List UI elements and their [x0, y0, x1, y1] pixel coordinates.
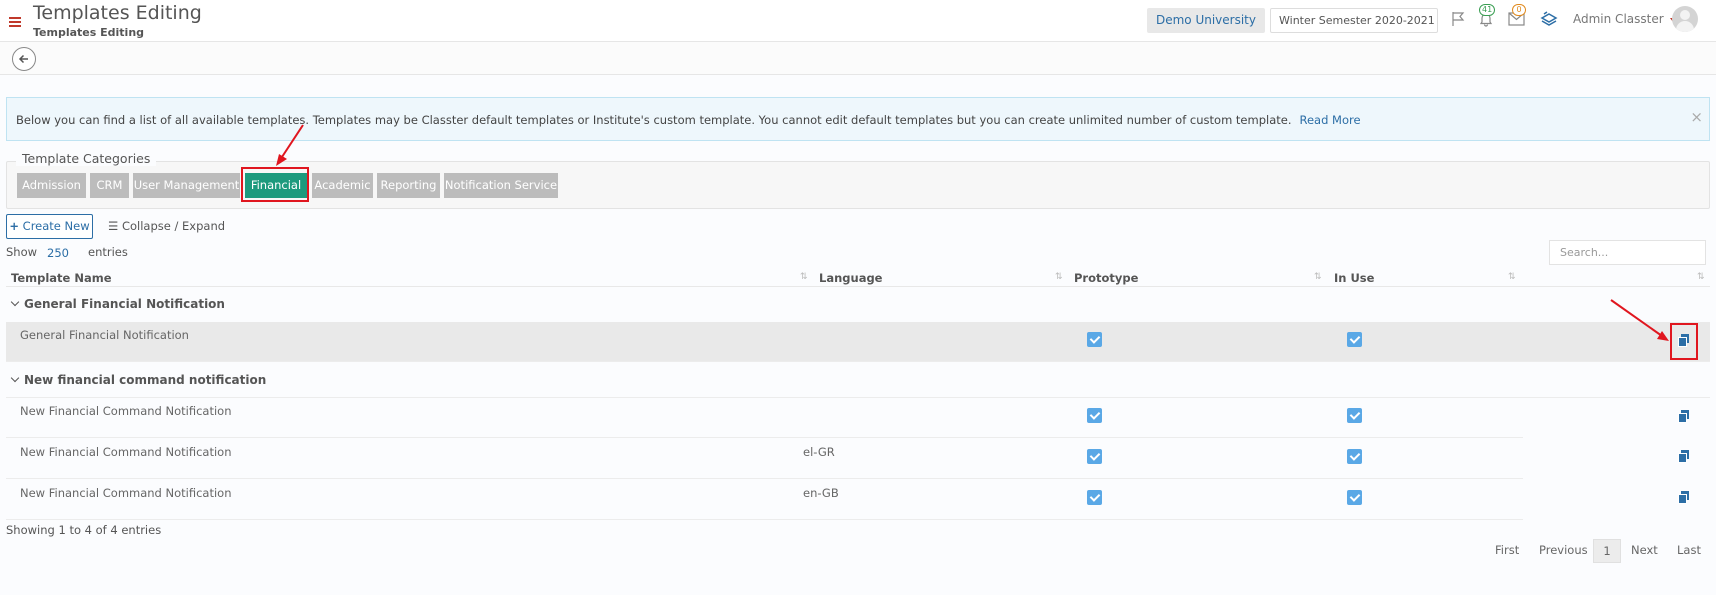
notifications-badge: 41: [1479, 4, 1496, 16]
table-row[interactable]: New Financial Command Notification en-GB: [6, 480, 1523, 520]
template-categories-legend: Template Categories: [16, 151, 157, 166]
pagination-current[interactable]: 1: [1593, 539, 1621, 563]
page-title: Templates Editing: [33, 2, 202, 24]
prototype-checkbox: [1087, 408, 1102, 423]
table-row[interactable]: General Financial Notification: [6, 322, 1710, 362]
prototype-checkbox: [1087, 332, 1102, 347]
flag-icon[interactable]: [1450, 11, 1466, 27]
table-row[interactable]: New Financial Command Notification el-GR: [6, 439, 1523, 479]
column-header-template-name[interactable]: Template Name: [11, 271, 112, 285]
tab-reporting[interactable]: Reporting: [377, 173, 440, 198]
copy-icon[interactable]: [1678, 491, 1690, 504]
column-header-in-use[interactable]: In Use: [1334, 271, 1374, 285]
template-language: el-GR: [803, 445, 835, 459]
sort-icon[interactable]: ⇅: [1697, 272, 1705, 282]
pagination-next[interactable]: Next: [1631, 543, 1658, 557]
user-menu[interactable]: Admin Classter: [1573, 12, 1676, 26]
in-use-checkbox: [1347, 332, 1362, 347]
hamburger-menu-icon[interactable]: [9, 17, 21, 27]
tab-user-management[interactable]: User Management: [133, 173, 240, 198]
group-header[interactable]: General Financial Notification: [10, 297, 225, 311]
chevron-down-icon: [10, 297, 20, 307]
university-button[interactable]: Demo University: [1147, 8, 1265, 33]
semester-select[interactable]: Winter Semester 2020-2021: [1270, 8, 1438, 46]
create-new-label: Create New: [22, 219, 90, 233]
column-header-prototype[interactable]: Prototype: [1074, 271, 1138, 285]
pagination-previous[interactable]: Previous: [1539, 543, 1588, 557]
sort-icon[interactable]: ⇅: [800, 272, 808, 282]
collapse-expand-button[interactable]: ☰ Collapse / Expand: [108, 219, 225, 233]
prototype-checkbox: [1087, 490, 1102, 505]
in-use-checkbox: [1347, 449, 1362, 464]
group-name: New financial command notification: [24, 373, 267, 387]
collapse-expand-label: Collapse / Expand: [121, 219, 226, 233]
annotation-arrow-icon: [276, 124, 304, 166]
messages-badge: 0: [1512, 4, 1526, 16]
highlight-box-financial: [241, 167, 309, 202]
breadcrumb: Templates Editing: [33, 26, 145, 39]
copy-icon[interactable]: [1678, 450, 1690, 463]
in-use-checkbox: [1347, 408, 1362, 423]
top-header: Templates Editing Templates Editing Demo…: [0, 0, 1716, 46]
column-header-language[interactable]: Language: [819, 271, 883, 285]
template-name: New Financial Command Notification: [20, 445, 232, 459]
show-label: Show: [6, 245, 38, 259]
read-more-link[interactable]: Read More: [1300, 113, 1361, 127]
tab-academic[interactable]: Academic: [312, 173, 373, 198]
template-language: en-GB: [803, 486, 839, 500]
table-row[interactable]: New Financial Command Notification: [6, 398, 1523, 438]
chevron-down-icon: [10, 373, 20, 383]
user-name: Admin Classter: [1573, 12, 1664, 26]
back-bar: [0, 42, 1716, 75]
semester-label: Winter Semester 2020-2021: [1279, 14, 1435, 27]
arrow-left-icon: [18, 54, 28, 64]
tab-notification-service[interactable]: Notification Service: [444, 173, 558, 198]
in-use-checkbox: [1347, 490, 1362, 505]
template-name: New Financial Command Notification: [20, 486, 232, 500]
sort-icon[interactable]: ⇅: [1055, 272, 1063, 282]
tab-admission[interactable]: Admission: [17, 173, 86, 198]
template-name: General Financial Notification: [20, 328, 189, 342]
copy-icon[interactable]: [1678, 410, 1690, 423]
info-text: Below you can find a list of all availab…: [16, 113, 1361, 127]
group-name: General Financial Notification: [24, 297, 225, 311]
pagination-first[interactable]: First: [1495, 543, 1519, 557]
layers-icon[interactable]: [1540, 11, 1558, 29]
search-input[interactable]: [1549, 240, 1706, 265]
tab-crm[interactable]: CRM: [90, 173, 129, 198]
group-header[interactable]: New financial command notification: [10, 373, 267, 387]
list-icon: ☰: [108, 219, 119, 233]
page-size-select[interactable]: 250: [47, 246, 69, 260]
copy-icon[interactable]: [1678, 334, 1690, 347]
info-message: Below you can find a list of all availab…: [16, 113, 1292, 127]
table-info: Showing 1 to 4 of 4 entries: [6, 523, 162, 537]
info-banner: Below you can find a list of all availab…: [6, 97, 1710, 141]
back-button[interactable]: [12, 47, 36, 71]
annotation-arrow-icon: [1610, 299, 1669, 341]
close-icon[interactable]: ×: [1690, 108, 1703, 126]
template-name: New Financial Command Notification: [20, 404, 232, 418]
sort-icon[interactable]: ⇅: [1508, 272, 1516, 282]
create-new-button[interactable]: + Create New: [6, 214, 93, 239]
sort-icon[interactable]: ⇅: [1314, 272, 1322, 282]
plus-icon: +: [9, 219, 20, 233]
prototype-checkbox: [1087, 449, 1102, 464]
avatar[interactable]: [1672, 6, 1698, 32]
entries-label: entries: [88, 245, 128, 259]
pagination-last[interactable]: Last: [1677, 543, 1701, 557]
header-divider: [6, 286, 1710, 287]
